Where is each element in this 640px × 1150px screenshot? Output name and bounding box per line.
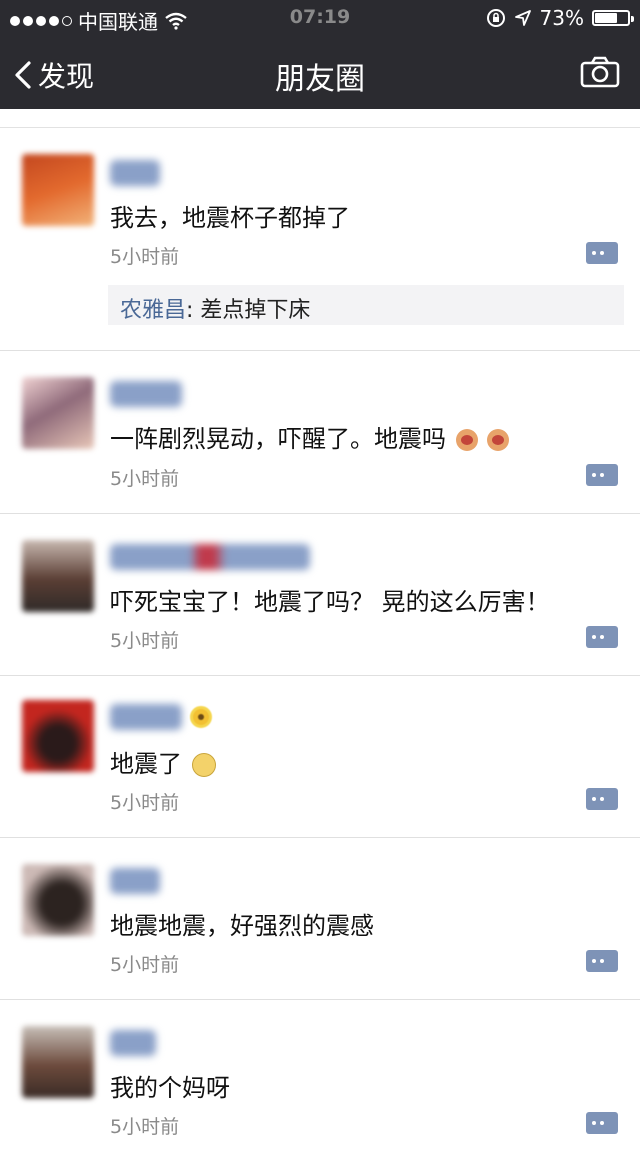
post-time: 5小时前 (110, 1116, 180, 1138)
author-name[interactable] (110, 160, 160, 186)
camera-icon (580, 56, 620, 88)
author-name[interactable] (110, 704, 182, 730)
angry-face-icon (487, 429, 510, 451)
status-right: 73% (486, 6, 634, 30)
post-text-line: 地震了 (110, 744, 216, 779)
feed-post: 一阵剧烈晃动，吓醒了。地震吗 5小时前 (0, 351, 640, 514)
post-text: 地震地震，好强烈的震感 (110, 912, 374, 940)
nav-bar: 发现 朋友圈 (0, 36, 640, 109)
status-bar: 中国联通 07:19 73% (0, 0, 640, 36)
comment-row[interactable]: 农雅昌: 差点掉下床 (108, 285, 624, 325)
post-text: 我的个妈呀 (110, 1074, 230, 1102)
comment-separator: : (186, 298, 201, 323)
feed-top-spacer (0, 109, 640, 128)
feed-post: 吓死宝宝了！地震了吗？ 晃的这么厉害！ 5小时前 (0, 514, 640, 676)
angry-face-icon (455, 429, 478, 451)
comment-button[interactable] (586, 242, 618, 264)
camera-button[interactable] (580, 56, 620, 92)
sad-face-icon (191, 753, 216, 777)
post-text: 一阵剧烈晃动，吓醒了。地震吗 (110, 425, 446, 453)
location-icon (514, 10, 531, 26)
avatar[interactable] (22, 700, 94, 772)
author-name[interactable] (110, 544, 310, 570)
avatar[interactable] (22, 377, 94, 449)
moments-feed[interactable]: 我去，地震杯子都掉了 5小时前 农雅昌: 差点掉下床 一阵剧烈晃动，吓醒了。地震… (0, 128, 640, 1150)
post-time: 5小时前 (110, 792, 180, 814)
post-text: 吓死宝宝了！地震了吗？ 晃的这么厉害！ (110, 588, 550, 616)
avatar[interactable] (22, 540, 94, 612)
avatar[interactable] (22, 864, 94, 936)
battery-percent: 73% (539, 6, 584, 30)
post-text: 地震了 (110, 750, 182, 778)
orientation-lock-icon (486, 9, 505, 27)
comment-button[interactable] (586, 788, 618, 810)
sunflower-emoji-icon (190, 706, 212, 728)
battery-fill (595, 13, 617, 23)
post-text: 我去，地震杯子都掉了 (110, 204, 350, 232)
author-name[interactable] (110, 1030, 156, 1056)
feed-post: 地震了 5小时前 (0, 676, 640, 838)
feed-post: 我的个妈呀 5小时前 (0, 1000, 640, 1150)
feed-post: 我去，地震杯子都掉了 5小时前 农雅昌: 差点掉下床 (0, 128, 640, 351)
page-title: 朋友圈 (275, 62, 365, 97)
post-text-line: 一阵剧烈晃动，吓醒了。地震吗 (110, 419, 510, 454)
comment-button[interactable] (586, 1112, 618, 1134)
post-time: 5小时前 (110, 954, 180, 976)
post-time: 5小时前 (110, 246, 180, 268)
comment-text: 差点掉下床 (200, 298, 311, 323)
avatar[interactable] (22, 154, 94, 226)
author-name[interactable] (110, 868, 160, 894)
comment-author[interactable]: 农雅昌 (120, 298, 186, 323)
post-time: 5小时前 (110, 630, 180, 652)
battery-icon (592, 10, 634, 26)
comment-button[interactable] (586, 950, 618, 972)
post-time: 5小时前 (110, 468, 180, 490)
feed-post: 地震地震，好强烈的震感 5小时前 (0, 838, 640, 1000)
comment-button[interactable] (586, 626, 618, 648)
comment-button[interactable] (586, 464, 618, 486)
author-name[interactable] (110, 381, 182, 407)
avatar[interactable] (22, 1026, 94, 1098)
battery-tip (631, 16, 634, 22)
